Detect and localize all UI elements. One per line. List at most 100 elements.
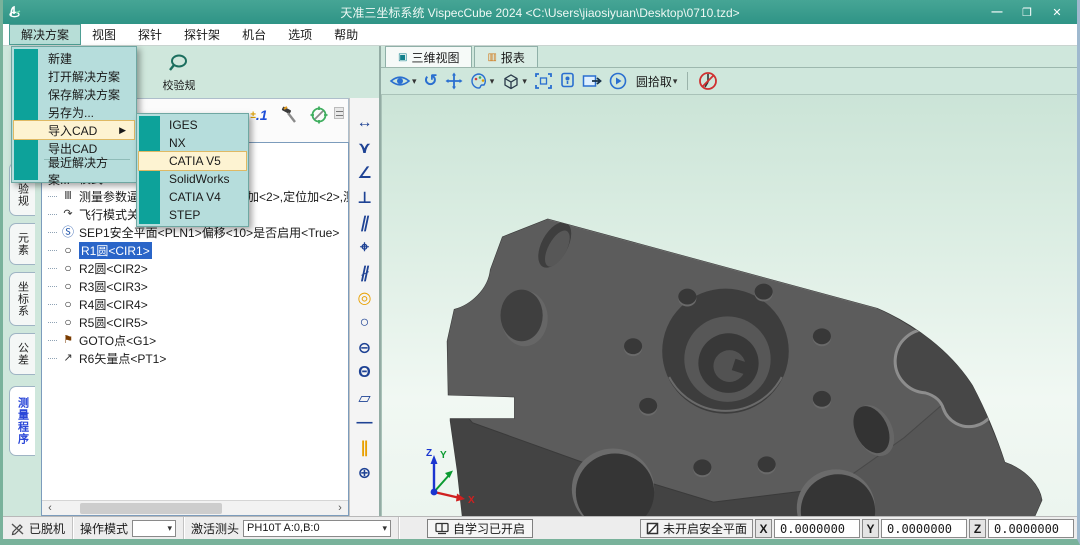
coordinate-triad: Z Y X <box>416 446 488 504</box>
gdt-flatness-icon[interactable]: ▱ <box>353 385 377 410</box>
axis-x-label: X <box>468 495 475 504</box>
menu-machine[interactable]: 机台 <box>231 24 277 45</box>
active-probe-select[interactable]: PH10T A:0,B:0 ▾ <box>243 520 391 537</box>
toolbar-overflow-button[interactable] <box>334 107 344 119</box>
self-learn-button[interactable]: 自学习已开启 <box>427 519 533 538</box>
tree-item-vector-point[interactable]: ↗R6矢量点<PT1> <box>48 349 348 367</box>
submenu-item-solidworks[interactable]: SolidWorks <box>139 170 246 188</box>
submenu-item-catia-v4[interactable]: CATIA V4 <box>139 188 246 206</box>
tree-item-circle-r4[interactable]: ○R4圆<CIR4> <box>48 295 348 313</box>
axis-y-label: Y <box>440 450 447 461</box>
caret-down-icon: ▾ <box>490 76 495 87</box>
menu-item-import-cad[interactable]: 导入CAD ▶ <box>14 121 134 139</box>
locate-tool[interactable] <box>560 72 575 90</box>
rotate-icon: ↺ <box>424 73 438 89</box>
menu-probe-rack[interactable]: 探针架 <box>173 24 231 45</box>
gdt-total-runout-icon[interactable]: ⊕ <box>353 460 377 485</box>
fly-mode-icon: ↷ <box>61 207 75 221</box>
tree-horizontal-scrollbar[interactable]: ‹ › <box>42 500 348 515</box>
build-tool[interactable] <box>278 105 300 125</box>
safety-plane-status[interactable]: 未开启安全平面 <box>640 519 753 538</box>
submenu-item-step[interactable]: STEP <box>139 206 246 224</box>
active-probe-label: 激活测头 <box>191 520 239 537</box>
3d-viewport[interactable]: Z Y X <box>381 94 1077 516</box>
goto-flag-icon: ⚑ <box>61 333 75 347</box>
scrollbar-track[interactable] <box>58 502 332 515</box>
side-tab-measure-program[interactable]: 测量程序 <box>9 386 35 456</box>
gdt-parallelism-icon[interactable]: ∥ <box>350 210 379 235</box>
coord-z-value: 0.0000000 <box>988 519 1074 538</box>
menu-item-save-as[interactable]: 另存为... <box>14 103 134 121</box>
gdt-parallel-bars-icon[interactable]: ∥ <box>353 435 377 460</box>
render-style-tool[interactable]: ▾ <box>470 72 495 90</box>
gdt-perpendicularity-icon[interactable]: ⊥ <box>353 185 377 210</box>
precision-value: .1 <box>256 107 268 123</box>
restore-button[interactable]: ❐ <box>1019 6 1035 19</box>
coord-z-label: Z <box>969 519 986 538</box>
fit-view-tool[interactable] <box>534 72 553 90</box>
scroll-right-arrow[interactable]: › <box>332 502 348 515</box>
menu-help[interactable]: 帮助 <box>323 24 369 45</box>
tree-item-circle-r5[interactable]: ○R5圆<CIR5> <box>48 313 348 331</box>
tree-item-circle-r1[interactable]: ○R1圆<CIR1> <box>48 241 348 259</box>
gdt-symmetry-icon[interactable]: ⊖ <box>353 335 377 360</box>
gdt-concentricity-icon[interactable]: ◎ <box>353 285 377 310</box>
menu-item-recent-solutions[interactable]: 最近解决方案... <box>14 162 134 180</box>
side-tab-tolerance[interactable]: 公差 <box>9 333 35 375</box>
coord-y-label: Y <box>862 519 879 538</box>
no-probe-icon <box>698 71 718 91</box>
minimize-button[interactable]: — <box>989 6 1005 19</box>
gdt-toolbar: ↔ ⋎ ∠ ⊥ ∥ ⌖ ∦ ◎ ○ ⊖ Θ ▱ — ∥ ⊕ <box>349 98 379 516</box>
menu-options[interactable]: 选项 <box>277 24 323 45</box>
gdt-position-icon[interactable]: ⌖ <box>353 235 377 260</box>
probe-disable-tool[interactable] <box>698 71 718 91</box>
caret-down-icon: ▾ <box>162 523 173 534</box>
scrollbar-thumb[interactable] <box>80 503 222 514</box>
pick-mode-dropdown[interactable]: 圆拾取 ▾ <box>634 73 678 90</box>
close-button[interactable]: ✕ <box>1049 6 1065 19</box>
gdt-circularity-icon[interactable]: ○ <box>353 310 377 335</box>
scroll-left-arrow[interactable]: ‹ <box>42 502 58 515</box>
gdt-angle-v-icon[interactable]: ⋎ <box>353 135 377 160</box>
side-tab-coordinate-system[interactable]: 坐标系 <box>9 272 35 326</box>
tree-item-circle-r2[interactable]: ○R2圆<CIR2> <box>48 259 348 277</box>
submenu-item-catia-v5[interactable]: CATIA V5 <box>139 152 246 170</box>
tree-item-goto-point[interactable]: ⚑GOTO点<G1> <box>48 331 348 349</box>
tab-report[interactable]: ▥ 报表 <box>474 46 537 67</box>
tree-item-circle-r3[interactable]: ○R3圆<CIR3> <box>48 277 348 295</box>
3d-view-tab-label: 三维视图 <box>411 49 459 66</box>
side-tab-elements[interactable]: 元素 <box>9 223 35 265</box>
menu-item-save-solution[interactable]: 保存解决方案 <box>14 85 134 103</box>
pan-view-tool[interactable] <box>445 72 463 90</box>
menu-view[interactable]: 视图 <box>81 24 127 45</box>
submenu-item-iges[interactable]: IGES <box>139 116 246 134</box>
circle-pick-label: 圆拾取 <box>636 73 672 90</box>
view-visibility-tool[interactable]: ▾ <box>389 72 417 90</box>
menu-probe[interactable]: 探针 <box>127 24 173 45</box>
caret-down-icon: ▾ <box>412 76 417 87</box>
rotate-view-tool[interactable]: ↺ <box>424 73 438 89</box>
menu-item-new[interactable]: 新建 <box>14 49 134 67</box>
target-tool[interactable] <box>308 105 330 125</box>
view-orientation-tool[interactable]: ▾ <box>501 72 527 90</box>
gdt-angularity-icon[interactable]: ∦ <box>350 260 379 285</box>
menu-solution[interactable]: 解决方案 <box>9 24 81 45</box>
gdt-angle-icon[interactable]: ∠ <box>353 160 377 185</box>
window-select-tool[interactable] <box>582 73 602 90</box>
run-tool[interactable] <box>609 72 627 90</box>
report-tab-icon: ▥ <box>487 52 496 63</box>
gauge-tool[interactable]: 校验规 <box>157 52 201 93</box>
circle-icon: ○ <box>61 261 75 275</box>
gdt-distance-icon[interactable]: ↔ <box>353 110 377 135</box>
gdt-straightness-icon[interactable]: — <box>353 410 377 435</box>
vector-point-icon: ↗ <box>61 351 75 365</box>
menu-item-open-solution[interactable]: 打开解决方案 <box>14 67 134 85</box>
import-cad-submenu: IGES NX CATIA V5 SolidWorks CATIA V4 STE… <box>136 113 249 227</box>
window-title: 天准三坐标系统 VispecCube 2024 <C:\Users\jiaosi… <box>3 4 1077 21</box>
view-tab-bar: ▣ 三维视图 ▥ 报表 <box>381 46 1077 68</box>
tab-3d-view[interactable]: ▣ 三维视图 <box>385 46 472 67</box>
submenu-item-nx[interactable]: NX <box>139 134 246 152</box>
operation-mode-select[interactable]: ▾ <box>132 520 176 537</box>
gdt-runout-icon[interactable]: Θ <box>353 360 377 385</box>
precision-tool[interactable]: ±.1 <box>248 105 270 125</box>
